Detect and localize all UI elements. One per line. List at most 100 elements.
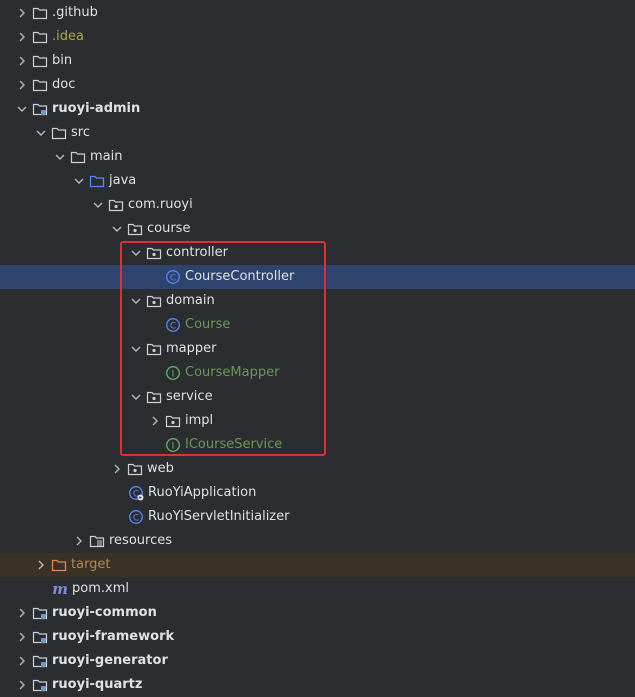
- tree-item-label: mapper: [166, 341, 217, 356]
- tree-item-idea[interactable]: .idea: [0, 25, 635, 49]
- chevron-down-icon[interactable]: [52, 149, 68, 165]
- tree-item-target[interactable]: target: [0, 553, 635, 577]
- tree-item-label: service: [166, 389, 213, 404]
- chevron-right-icon[interactable]: [147, 413, 163, 429]
- tree-item-label: main: [90, 149, 123, 164]
- tree-item-resources[interactable]: resources: [0, 529, 635, 553]
- class-icon: C: [165, 269, 181, 285]
- chevron-down-icon[interactable]: [128, 293, 144, 309]
- tree-item-bin[interactable]: bin: [0, 49, 635, 73]
- tree-item-label: .idea: [52, 29, 84, 44]
- chevron-down-icon[interactable]: [128, 245, 144, 261]
- package-icon: [146, 341, 162, 357]
- tree-item-label: controller: [166, 245, 229, 260]
- tree-item-doc[interactable]: doc: [0, 73, 635, 97]
- tree-item-label: CourseController: [185, 269, 295, 284]
- chevron-right-icon[interactable]: [14, 29, 30, 45]
- tree-item-course-mapper[interactable]: I CourseMapper: [0, 361, 635, 385]
- tree-item-src[interactable]: src: [0, 121, 635, 145]
- tree-item-label: java: [109, 173, 137, 188]
- chevron-right-icon[interactable]: [71, 533, 87, 549]
- tree-item-controller[interactable]: controller: [0, 241, 635, 265]
- tree-item-course-controller[interactable]: C CourseController: [0, 265, 635, 289]
- tree-item-java[interactable]: java: [0, 169, 635, 193]
- chevron-right-icon[interactable]: [14, 677, 30, 693]
- class-icon: C: [128, 509, 144, 525]
- package-icon: [127, 221, 143, 237]
- resources-root-icon: [89, 533, 105, 549]
- tree-item-label: ruoyi-quartz: [52, 677, 143, 692]
- chevron-down-icon[interactable]: [33, 125, 49, 141]
- tree-item-label: course: [147, 221, 191, 236]
- tree-item-web[interactable]: web: [0, 457, 635, 481]
- interface-icon: I: [165, 437, 181, 453]
- tree-item-label: ruoyi-common: [52, 605, 157, 620]
- folder-icon: [32, 53, 48, 69]
- chevron-right-icon[interactable]: [14, 605, 30, 621]
- chevron-down-icon[interactable]: [109, 221, 125, 237]
- tree-item-mapper[interactable]: mapper: [0, 337, 635, 361]
- chevron-down-icon[interactable]: [128, 341, 144, 357]
- tree-item-label: ICourseService: [185, 437, 283, 452]
- tree-item-label: bin: [52, 53, 73, 68]
- tree-item-impl[interactable]: impl: [0, 409, 635, 433]
- tree-item-ruoyi-application[interactable]: C RuoYiApplication: [0, 481, 635, 505]
- excluded-folder-icon: [51, 557, 67, 573]
- spring-app-class-icon: C: [128, 485, 144, 501]
- module-folder-icon: [32, 101, 48, 117]
- tree-item-label: ruoyi-admin: [52, 101, 141, 116]
- tree-item-label: ruoyi-framework: [52, 629, 175, 644]
- chevron-right-icon[interactable]: [14, 653, 30, 669]
- package-icon: [146, 293, 162, 309]
- tree-item-main[interactable]: main: [0, 145, 635, 169]
- svg-text:C: C: [170, 321, 176, 331]
- source-root-icon: [89, 173, 105, 189]
- tree-item-icourse-service[interactable]: I ICourseService: [0, 433, 635, 457]
- chevron-down-icon[interactable]: [90, 197, 106, 213]
- tree-item-label: Course: [185, 317, 231, 332]
- chevron-down-icon[interactable]: [128, 389, 144, 405]
- chevron-right-icon[interactable]: [14, 5, 30, 21]
- interface-icon: I: [165, 365, 181, 381]
- tree-item-ruoyi-framework[interactable]: ruoyi-framework: [0, 625, 635, 649]
- tree-item-label: doc: [52, 77, 76, 92]
- tree-item-label: domain: [166, 293, 215, 308]
- tree-item-ruoyi-servlet-initializer[interactable]: C RuoYiServletInitializer: [0, 505, 635, 529]
- folder-icon: [70, 149, 86, 165]
- tree-item-course-class[interactable]: C Course: [0, 313, 635, 337]
- package-icon: [146, 245, 162, 261]
- tree-item-github[interactable]: .github: [0, 1, 635, 25]
- tree-item-label: pom.xml: [72, 581, 129, 596]
- tree-item-label: com.ruoyi: [128, 197, 193, 212]
- tree-item-ruoyi-generator[interactable]: ruoyi-generator: [0, 649, 635, 673]
- module-folder-icon: [32, 605, 48, 621]
- tree-item-label: RuoYiApplication: [148, 485, 257, 500]
- tree-item-label: target: [71, 557, 111, 572]
- package-icon: [146, 389, 162, 405]
- tree-item-ruoyi-quartz[interactable]: ruoyi-quartz: [0, 673, 635, 697]
- tree-item-com-ruoyi[interactable]: com.ruoyi: [0, 193, 635, 217]
- tree-item-label: impl: [185, 413, 214, 428]
- tree-item-domain[interactable]: domain: [0, 289, 635, 313]
- module-folder-icon: [32, 629, 48, 645]
- package-icon: [108, 197, 124, 213]
- chevron-right-icon[interactable]: [14, 629, 30, 645]
- chevron-right-icon[interactable]: [33, 557, 49, 573]
- tree-item-service[interactable]: service: [0, 385, 635, 409]
- tree-item-ruoyi-common[interactable]: ruoyi-common: [0, 601, 635, 625]
- tree-item-course[interactable]: course: [0, 217, 635, 241]
- module-folder-icon: [32, 677, 48, 693]
- tree-item-label: CourseMapper: [185, 365, 280, 380]
- chevron-right-icon[interactable]: [14, 77, 30, 93]
- tree-item-label: .github: [52, 5, 98, 20]
- chevron-down-icon[interactable]: [14, 101, 30, 117]
- folder-icon: [32, 77, 48, 93]
- tree-item-label: RuoYiServletInitializer: [148, 509, 290, 524]
- tree-item-label: ruoyi-generator: [52, 653, 168, 668]
- chevron-down-icon[interactable]: [71, 173, 87, 189]
- chevron-right-icon[interactable]: [14, 53, 30, 69]
- tree-item-ruoyi-admin[interactable]: ruoyi-admin: [0, 97, 635, 121]
- svg-text:C: C: [133, 513, 139, 523]
- chevron-right-icon[interactable]: [109, 461, 125, 477]
- tree-item-pom[interactable]: m pom.xml: [0, 577, 635, 601]
